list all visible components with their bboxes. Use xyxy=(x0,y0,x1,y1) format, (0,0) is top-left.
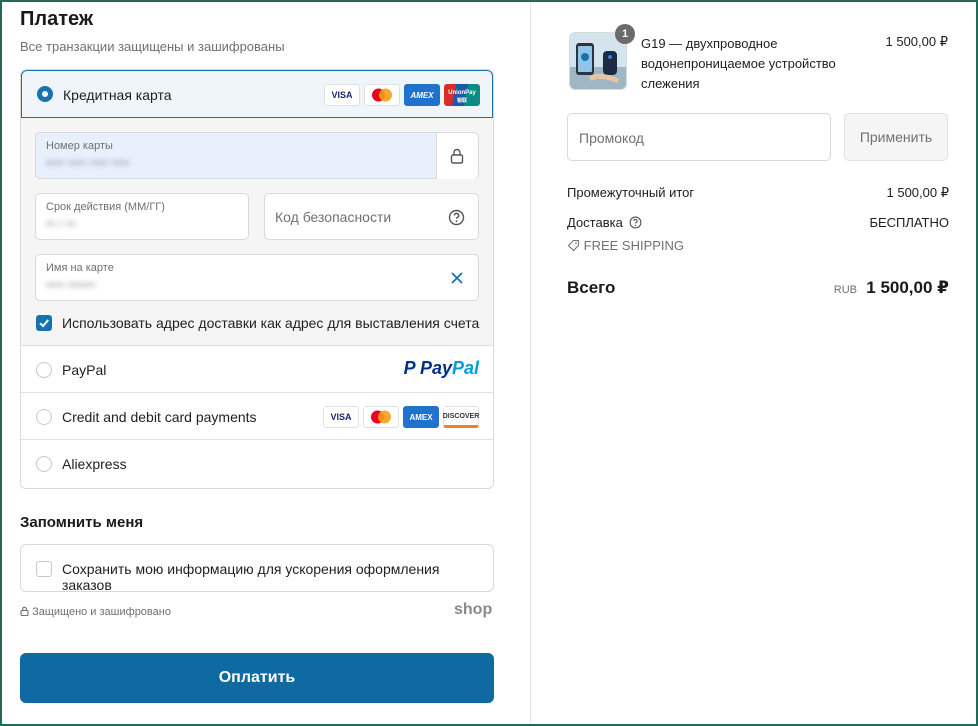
payment-subtitle: Все транзакции защищены и зашифрованы xyxy=(20,39,285,54)
subtotal-label: Промежуточный итог xyxy=(567,185,695,200)
total-label: Всего xyxy=(567,278,616,297)
total-currency: RUB xyxy=(833,284,857,296)
discover-icon: DISCOVER xyxy=(443,406,479,428)
paypal-radio[interactable] xyxy=(36,362,52,378)
help-circle-icon[interactable] xyxy=(629,216,642,229)
secure-note: Защищено и зашифровано xyxy=(20,606,171,618)
payment-option-credit-card[interactable]: Кредитная карта VISA AMEX UnionPay 银联 xyxy=(21,70,493,118)
remember-checkbox[interactable] xyxy=(36,561,52,577)
small-lock-icon xyxy=(20,606,29,617)
shipping-label: Доставка xyxy=(567,215,623,230)
free-shipping-tag: FREE SHIPPING xyxy=(567,238,684,253)
remember-title: Запомнить меня xyxy=(20,514,144,531)
card-number-value: •••• •••• •••• •••• xyxy=(46,155,130,170)
credit-card-radio[interactable] xyxy=(37,86,53,102)
remember-option[interactable]: Сохранить мою информацию для ускорения о… xyxy=(20,544,494,593)
clear-icon[interactable] xyxy=(450,271,464,285)
mastercard-icon xyxy=(363,406,399,428)
expiry-field[interactable]: Срок действия (ММ/ГГ) •• / •• xyxy=(35,193,249,240)
aliexpress-label: Aliexpress xyxy=(62,456,127,472)
expiry-label: Срок действия (ММ/ГГ) xyxy=(46,201,165,213)
total-row: Всего RUB 1 500,00 ₽ xyxy=(567,278,949,298)
amex-icon: AMEX xyxy=(403,406,439,428)
payment-section: Платеж Все транзакции защищены и зашифро… xyxy=(2,2,530,724)
shipping-value: БЕСПЛАТНО xyxy=(869,215,949,230)
card-lock-area xyxy=(436,133,478,179)
visa-icon: VISA xyxy=(324,84,360,106)
card-number-field[interactable]: Номер карты •••• •••• •••• •••• xyxy=(35,132,479,179)
amex-icon: AMEX xyxy=(404,84,440,106)
shop-logo: shop xyxy=(454,601,493,618)
expiry-value: •• / •• xyxy=(46,216,76,231)
name-on-card-value: •••• •••••• xyxy=(46,277,96,292)
subtotal-value: 1 500,00 ₽ xyxy=(886,185,950,200)
payment-title: Платеж xyxy=(20,8,94,30)
cards-radio[interactable] xyxy=(36,409,52,425)
help-circle-icon[interactable] xyxy=(448,209,465,226)
aliexpress-radio[interactable] xyxy=(36,456,52,472)
free-shipping-text: FREE SHIPPING xyxy=(583,238,685,253)
total-value: 1 500,00 ₽ xyxy=(866,278,949,297)
credit-card-label: Кредитная карта xyxy=(63,87,172,103)
paypal-label: PayPal xyxy=(62,362,107,378)
tag-icon xyxy=(567,239,580,252)
svg-text:UnionPay: UnionPay xyxy=(448,90,476,96)
payment-option-aliexpress[interactable]: Aliexpress xyxy=(21,440,493,487)
name-on-card-label: Имя на карте xyxy=(46,262,114,274)
pay-button[interactable]: Оплатить xyxy=(20,653,494,703)
product-price: 1 500,00 ₽ xyxy=(885,34,949,49)
remember-label: Сохранить мою информацию для ускорения о… xyxy=(62,561,440,593)
card-number-label: Номер карты xyxy=(46,140,113,152)
visa-icon: VISA xyxy=(323,406,359,428)
shipping-row: Доставка БЕСПЛАТНО xyxy=(567,215,949,230)
promo-code-placeholder: Промокод xyxy=(579,130,644,146)
product-name: G19 — двухпроводное водонепроницаемое ус… xyxy=(641,36,836,91)
checkout-window: Платеж Все транзакции защищены и зашифро… xyxy=(2,2,976,724)
payment-option-paypal[interactable]: PayPal P PayPal xyxy=(21,346,493,393)
quantity-badge: 1 xyxy=(615,24,635,44)
promo-code-input[interactable]: Промокод xyxy=(567,113,831,161)
unionpay-icon: UnionPay 银联 xyxy=(444,84,480,106)
payment-option-cards[interactable]: Credit and debit card payments VISA AMEX… xyxy=(21,393,493,440)
paypal-logo-icon: P PayPal xyxy=(403,358,479,378)
cards-label: Credit and debit card payments xyxy=(62,409,257,425)
svg-text:银联: 银联 xyxy=(456,97,467,104)
credit-card-form: Номер карты •••• •••• •••• •••• Срок дей… xyxy=(21,118,493,346)
security-code-field[interactable]: Код безопасности xyxy=(264,193,479,240)
billing-address-checkbox[interactable] xyxy=(36,315,52,331)
billing-address-label: Использовать адрес доставки как адрес дл… xyxy=(62,315,480,331)
security-code-placeholder: Код безопасности xyxy=(275,209,392,225)
order-summary: 1 G19 — двухпроводное водонепроницаемое … xyxy=(530,2,976,724)
secure-text: Защищено и зашифровано xyxy=(32,606,171,618)
name-on-card-field[interactable]: Имя на карте •••• •••••• xyxy=(35,254,479,301)
mastercard-icon xyxy=(364,84,400,106)
payment-methods: Кредитная карта VISA AMEX UnionPay 银联 Ном… xyxy=(20,69,494,489)
apply-promo-button[interactable]: Применить xyxy=(844,113,948,161)
lock-icon xyxy=(450,148,464,164)
check-icon xyxy=(39,319,49,328)
subtotal-row: Промежуточный итог 1 500,00 ₽ xyxy=(567,185,949,200)
